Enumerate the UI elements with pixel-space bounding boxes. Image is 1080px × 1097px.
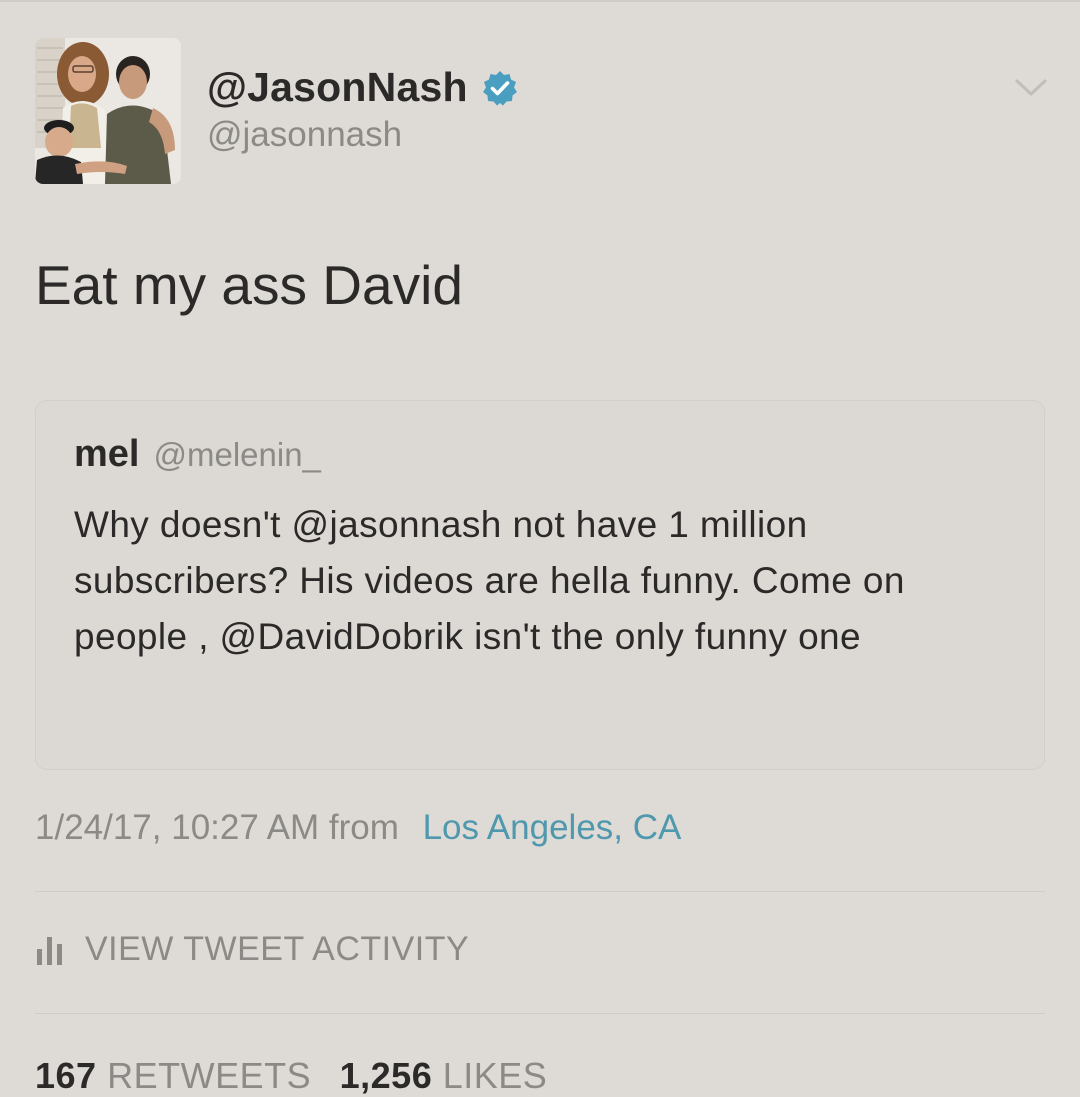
tweet-text: Eat my ass David [35,254,463,316]
tweet-timestamp[interactable]: 1/24/17, 10:27 AM [35,808,319,847]
quoted-author-name: mel [74,433,140,475]
from-label: from [328,808,399,847]
quoted-tweet-text: Why doesn't @jasonnash not have 1 millio… [74,504,905,657]
view-tweet-activity-button[interactable]: VIEW TWEET ACTIVITY [35,930,469,969]
display-name-row[interactable]: @JasonNash [207,64,518,111]
top-divider [0,0,1080,2]
avatar-photo [35,38,181,184]
divider [35,891,1045,892]
quoted-author-handle: @melenin_ [153,436,321,473]
divider [35,1013,1045,1014]
likes-count[interactable]: 1,256 [340,1055,433,1096]
likes-label[interactable]: LIKES [443,1055,548,1096]
chevron-down-icon[interactable] [1014,74,1048,102]
view-tweet-activity-label: VIEW TWEET ACTIVITY [85,930,470,968]
tweet-stats: 167 RETWEETS 1,256 LIKES [35,1055,565,1097]
quoted-tweet-card[interactable]: mel @melenin_ Why doesn't @jasonnash not… [35,400,1045,770]
display-name: @JasonNash [207,64,468,110]
bar-chart-icon [37,936,62,965]
user-handle[interactable]: @jasonnash [207,115,402,155]
quoted-tweet-header: mel @melenin_ [74,433,321,476]
tweet-meta: 1/24/17, 10:27 AM from Los Angeles, CA [35,808,681,848]
retweets-label[interactable]: RETWEETS [107,1055,311,1096]
tweet-location-link[interactable]: Los Angeles, CA [423,808,682,847]
verified-badge-icon [482,70,517,105]
avatar[interactable] [35,38,181,184]
retweets-count[interactable]: 167 [35,1055,97,1096]
